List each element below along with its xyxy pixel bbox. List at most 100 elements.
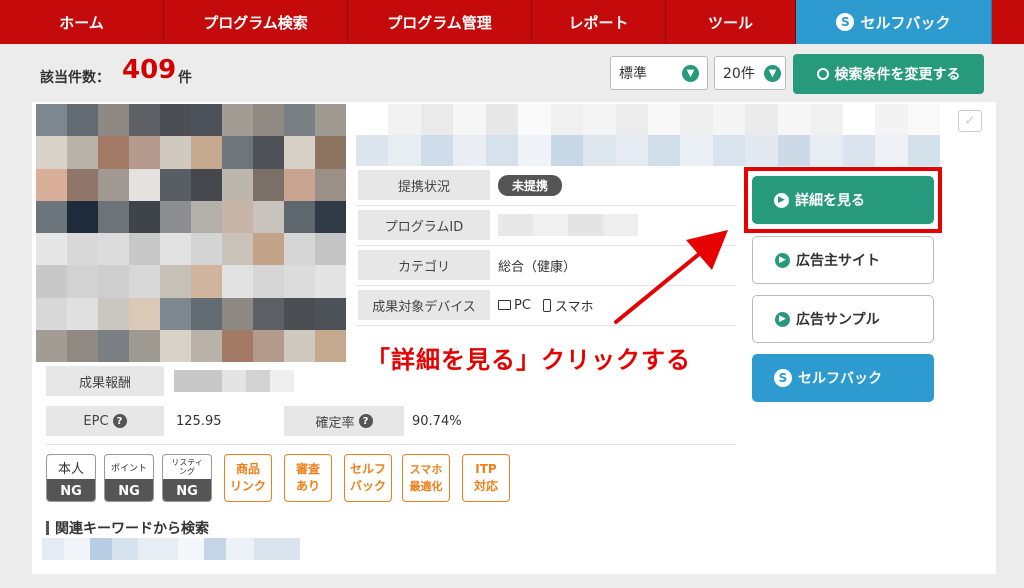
results-bar: 該当件数： 409 件 標準 ▼ 20件 ▼ 検索条件を変更する: [32, 44, 996, 102]
thumbnail-pixel: [253, 265, 284, 298]
thumbnail-pixel: [191, 136, 222, 169]
reward-value-redacted: [174, 370, 294, 392]
title-pixel: [615, 135, 648, 166]
thumbnail-pixel: [98, 233, 129, 266]
nav-program-search[interactable]: プログラム検索: [164, 0, 348, 44]
title-pixel: [680, 104, 713, 135]
top-nav: ホーム プログラム検索 プログラム管理 レポート ツール S セルフバック: [0, 0, 1024, 44]
nav-home[interactable]: ホーム: [0, 0, 164, 44]
thumbnail-pixel: [160, 136, 191, 169]
program-title-redacted[interactable]: [356, 104, 940, 166]
thumbnail-pixel: [36, 265, 67, 298]
thumbnail-pixel: [191, 168, 222, 201]
nav-selfback[interactable]: S セルフバック: [796, 0, 992, 44]
title-pixel: [712, 135, 746, 166]
rate-label: 確定率: [315, 415, 355, 431]
search-icon: [816, 68, 829, 80]
s-coin-icon: S: [774, 369, 792, 387]
badge-status: NG: [47, 479, 95, 501]
result-count-label: 該当件数：: [40, 70, 110, 86]
title-pixel: [356, 104, 389, 135]
badge-self-ng: 本人 NG: [46, 454, 96, 502]
title-pixel: [615, 104, 648, 135]
thumbnail-pixel: [253, 168, 284, 201]
title-pixel: [875, 104, 908, 135]
nav-program-management[interactable]: プログラム管理: [348, 0, 532, 44]
per-page-select-value: 20件: [723, 66, 755, 82]
badge-label: ポイント: [110, 463, 147, 474]
nav-tools[interactable]: ツール: [666, 0, 796, 44]
chevron-down-icon: ▼: [682, 65, 699, 82]
partnership-status-badge: 未提携: [498, 174, 563, 196]
ad-sample-button[interactable]: ▶ 広告サンプル: [752, 295, 934, 343]
chevron-down-icon: ▼: [764, 65, 781, 82]
device-pc: PC: [514, 297, 531, 313]
badge-status: NG: [163, 479, 211, 501]
thumbnail-pixel: [98, 265, 129, 298]
thumbnail-pixel: [36, 329, 67, 362]
badge-status: NG: [105, 479, 153, 501]
thumbnail-pixel: [160, 297, 191, 330]
keyword-list-redacted[interactable]: [42, 538, 300, 560]
thumbnail-pixel: [222, 297, 253, 330]
thumbnail-pixel: [284, 233, 315, 266]
help-icon[interactable]: ?: [358, 414, 373, 428]
thumbnail-pixel: [315, 104, 346, 137]
program-thumbnail[interactable]: [36, 104, 346, 362]
advertiser-site-label: 広告主サイト: [796, 253, 880, 269]
title-pixel: [842, 104, 876, 135]
title-pixel: [388, 135, 421, 166]
title-pixel: [810, 135, 843, 166]
thumbnail-pixel: [191, 233, 222, 266]
thumbnail-pixel: [315, 200, 346, 233]
badge-review: 審査 あり: [284, 454, 332, 502]
thumbnail-pixel: [67, 265, 98, 298]
nav-report[interactable]: レポート: [532, 0, 666, 44]
title-pixel: [356, 135, 389, 166]
thumbnail-pixel: [191, 104, 222, 137]
partnership-row: 提携状況 未提携: [356, 166, 736, 206]
title-pixel: [647, 135, 681, 166]
selfback-button[interactable]: S セルフバック: [752, 354, 934, 402]
divider: [46, 444, 736, 445]
thumbnail-pixel: [160, 265, 191, 298]
device-label: 成果対象デバイス: [358, 290, 490, 320]
sort-select[interactable]: 標準 ▼: [610, 56, 708, 90]
title-pixel: [420, 135, 454, 166]
thumbnail-pixel: [129, 265, 160, 298]
thumbnail-pixel: [160, 329, 191, 362]
thumbnail-pixel: [160, 200, 191, 233]
title-pixel: [745, 135, 778, 166]
thumbnail-pixel: [253, 297, 284, 330]
title-pixel: [550, 104, 584, 135]
title-pixel: [388, 104, 421, 135]
thumbnail-pixel: [315, 168, 346, 201]
title-bar: [46, 521, 49, 535]
thumbnail-pixel: [36, 136, 67, 169]
thumbnail-pixel: [98, 136, 129, 169]
category-value: 総合（健康）: [498, 259, 577, 275]
thumbnail-pixel: [67, 329, 98, 362]
thumbnail-pixel: [315, 265, 346, 298]
advertiser-site-button[interactable]: ▶ 広告主サイト: [752, 236, 934, 284]
badge-label: リスティ ング: [171, 458, 203, 476]
thumbnail-pixel: [284, 200, 315, 233]
thumbnail-pixel: [36, 297, 67, 330]
thumbnail-pixel: [98, 297, 129, 330]
thumbnail-pixel: [253, 136, 284, 169]
title-pixel: [485, 135, 519, 166]
annotation-text: 「詳細を見る」クリックする: [366, 346, 691, 374]
thumbnail-pixel: [129, 136, 160, 169]
thumbnail-pixel: [284, 265, 315, 298]
per-page-select[interactable]: 20件 ▼: [714, 56, 786, 90]
partnership-label: 提携状況: [358, 170, 490, 200]
thumbnail-pixel: [129, 233, 160, 266]
thumbnail-pixel: [129, 104, 160, 137]
title-pixel: [647, 104, 681, 135]
change-search-button[interactable]: 検索条件を変更する: [793, 54, 984, 94]
thumbnail-pixel: [98, 329, 129, 362]
title-pixel: [550, 135, 584, 166]
select-checkbox[interactable]: ✓: [958, 110, 982, 132]
thumbnail-pixel: [98, 200, 129, 233]
help-icon[interactable]: ?: [112, 414, 127, 428]
